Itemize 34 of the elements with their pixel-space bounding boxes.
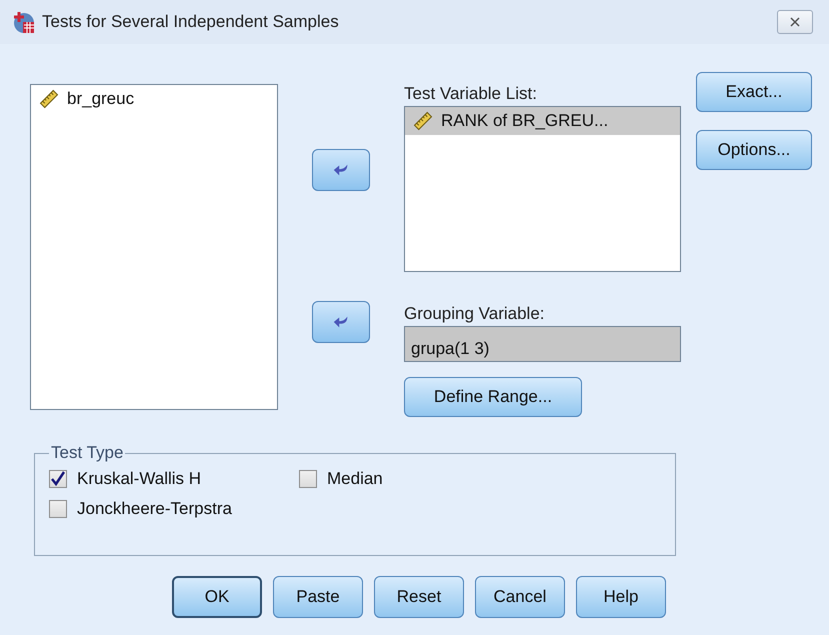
variable-name: RANK of BR_GREU... — [441, 111, 608, 131]
grouping-field[interactable]: grupa(1 3) — [404, 326, 681, 362]
check-icon — [50, 471, 66, 487]
checkbox-label: Jonckheere-Terpstra — [77, 499, 232, 519]
dialog-button[interactable]: Reset — [374, 576, 464, 618]
dialog-button[interactable]: Exact... — [696, 72, 812, 112]
checkbox[interactable] — [299, 470, 317, 488]
group-title: Test Type — [50, 443, 124, 463]
variable-name: br_greuc — [67, 89, 134, 109]
checkbox-label: Median — [327, 469, 383, 489]
window-title: Tests for Several Independent Samples — [42, 12, 340, 32]
define-range-button[interactable]: Define Range... — [404, 377, 582, 417]
test-variable-list[interactable]: RANK of BR_GREU... — [404, 106, 681, 272]
test-checkbox[interactable]: Median — [299, 469, 661, 489]
close-icon — [789, 16, 801, 28]
dialog-button[interactable]: Options... — [696, 130, 812, 170]
checkbox[interactable] — [49, 500, 67, 518]
close-button[interactable] — [777, 10, 813, 34]
variable-list[interactable]: br_greuc — [30, 84, 278, 410]
variable-item[interactable]: br_greuc — [31, 85, 277, 113]
dialog-button[interactable]: Help — [576, 576, 666, 618]
field-label: Test Variable List: — [404, 84, 537, 104]
dialog-button[interactable]: OK — [172, 576, 262, 618]
dialog-button[interactable]: Paste — [273, 576, 363, 618]
dialog-button[interactable]: Cancel — [475, 576, 565, 618]
move-button[interactable] — [312, 149, 370, 191]
checkbox-label: Kruskal-Wallis H — [77, 469, 202, 489]
test-checkbox[interactable]: Kruskal-Wallis H — [49, 469, 299, 489]
app-icon — [12, 10, 36, 34]
move-button[interactable] — [312, 301, 370, 343]
checkbox[interactable] — [49, 470, 67, 488]
test-checkbox[interactable]: Jonckheere-Terpstra — [49, 499, 299, 519]
field-label: Grouping Variable: — [404, 304, 544, 324]
variable-item[interactable]: RANK of BR_GREU... — [405, 107, 680, 135]
